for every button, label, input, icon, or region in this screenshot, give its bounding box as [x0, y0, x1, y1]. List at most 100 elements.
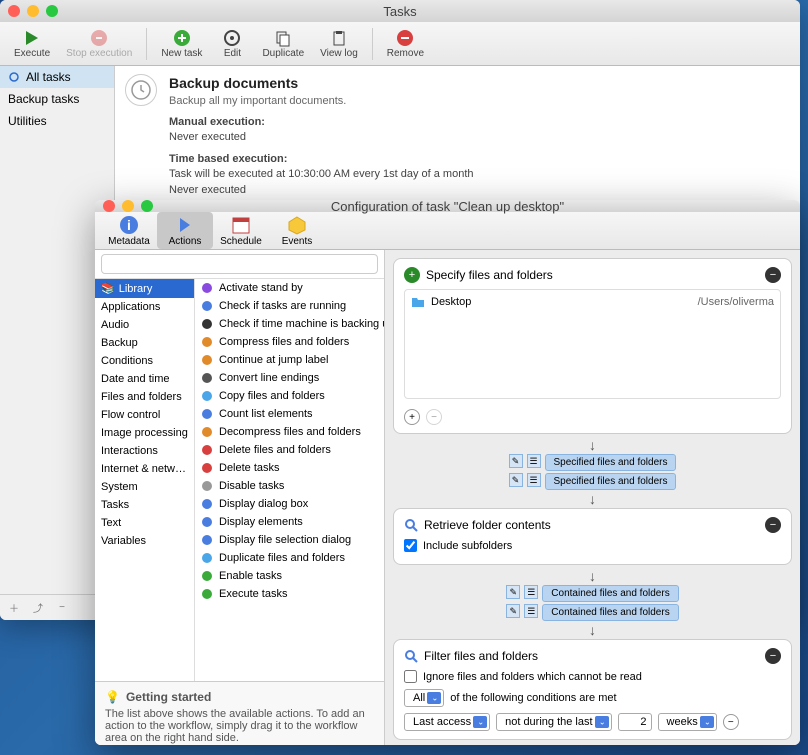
window-title: Tasks [383, 4, 416, 19]
edit-chip-btn[interactable]: ✎ [509, 473, 523, 487]
new-task-button[interactable]: New task [155, 26, 208, 61]
remove-cond-button[interactable]: − [723, 714, 739, 730]
category-item[interactable]: 📚Library [95, 279, 194, 298]
action-item[interactable]: Delete files and folders [195, 441, 384, 459]
category-item[interactable]: Text [95, 514, 194, 532]
result-chip[interactable]: Contained files and folders [542, 604, 678, 621]
action-item[interactable]: Decompress files and folders [195, 423, 384, 441]
collapse-button[interactable]: − [765, 267, 781, 283]
list-chip-btn[interactable]: ☰ [524, 604, 538, 618]
remove-file-button[interactable]: − [426, 409, 442, 425]
action-item[interactable]: Check if tasks are running [195, 297, 384, 315]
action-icon [201, 552, 213, 564]
category-item[interactable]: Interactions [95, 442, 194, 460]
collapse-button[interactable]: − [765, 648, 781, 664]
action-item[interactable]: Copy files and folders [195, 387, 384, 405]
action-item[interactable]: Enable tasks [195, 567, 384, 585]
task-row[interactable]: Backup documents Backup all my important… [115, 66, 800, 222]
search-icon [404, 518, 418, 532]
traffic-lights [103, 200, 153, 212]
action-item[interactable]: Delete tasks [195, 459, 384, 477]
action-item[interactable]: Display elements [195, 513, 384, 531]
max-dot[interactable] [141, 200, 153, 212]
file-row[interactable]: Desktop /Users/oliverma [409, 294, 776, 310]
min-dot[interactable] [122, 200, 134, 212]
events-icon [286, 214, 308, 236]
category-item[interactable]: Files and folders [95, 388, 194, 406]
edit-chip-btn[interactable]: ✎ [506, 585, 520, 599]
action-item[interactable]: Check if time machine is backing up dat [195, 315, 384, 333]
action-item[interactable]: Continue at jump label [195, 351, 384, 369]
num-input[interactable] [618, 713, 652, 731]
stop-button[interactable]: Stop execution [60, 26, 138, 61]
category-item[interactable]: System [95, 478, 194, 496]
result-chip[interactable]: Contained files and folders [542, 585, 678, 602]
clock-icon [125, 74, 157, 106]
action-icon [201, 588, 213, 600]
add-btn[interactable]: ＋ [6, 600, 22, 616]
remove-button[interactable]: Remove [381, 26, 430, 61]
config-window: Configuration of task "Clean up desktop"… [95, 200, 800, 745]
category-item[interactable]: Backup [95, 334, 194, 352]
action-item[interactable]: Count list elements [195, 405, 384, 423]
tab-events[interactable]: Events [269, 212, 325, 249]
close-dot[interactable] [8, 5, 20, 17]
action-item[interactable]: Disable tasks [195, 477, 384, 495]
tab-actions[interactable]: Actions [157, 212, 213, 249]
view-log-button[interactable]: View log [314, 26, 364, 61]
search-input[interactable] [101, 254, 378, 274]
duplicate-icon [273, 28, 293, 48]
share-btn[interactable]: ⤴ [30, 600, 46, 616]
execute-button[interactable]: Execute [8, 26, 56, 61]
list-chip-btn[interactable]: ☰ [527, 473, 541, 487]
op-select[interactable]: not during the last⌄ [496, 713, 611, 731]
match-select[interactable]: All⌄ [404, 689, 444, 707]
unit-select[interactable]: weeks⌄ [658, 713, 717, 731]
close-dot[interactable] [103, 200, 115, 212]
field-select[interactable]: Last access⌄ [404, 713, 490, 731]
category-item[interactable]: Tasks [95, 496, 194, 514]
action-item[interactable]: Convert line endings [195, 369, 384, 387]
action-item[interactable]: Compress files and folders [195, 333, 384, 351]
action-item[interactable]: Duplicate files and folders [195, 549, 384, 567]
category-item[interactable]: Image processing [95, 424, 194, 442]
sidebar-item-utilities[interactable]: Utilities [0, 110, 114, 132]
config-toolbar: i Metadata Actions Schedule Events [95, 212, 800, 250]
titlebar: Tasks [0, 0, 800, 22]
category-item[interactable]: Conditions [95, 352, 194, 370]
sidebar-item-all[interactable]: All tasks [0, 66, 114, 88]
collapse-button[interactable]: − [765, 517, 781, 533]
edit-chip-btn[interactable]: ✎ [509, 454, 523, 468]
include-subfolders-checkbox[interactable] [404, 539, 417, 552]
edit-button[interactable]: Edit [212, 26, 252, 61]
tab-schedule[interactable]: Schedule [213, 212, 269, 249]
min-dot[interactable] [27, 5, 39, 17]
remove-btn[interactable]: − [54, 600, 70, 616]
category-item[interactable]: Variables [95, 532, 194, 550]
add-file-button[interactable]: + [404, 409, 420, 425]
category-item[interactable]: Flow control [95, 406, 194, 424]
category-item[interactable]: Date and time [95, 370, 194, 388]
action-item[interactable]: Activate stand by [195, 279, 384, 297]
action-list: Activate stand byCheck if tasks are runn… [195, 279, 384, 681]
duplicate-button[interactable]: Duplicate [256, 26, 310, 61]
tab-metadata[interactable]: i Metadata [101, 212, 157, 249]
step-title: Retrieve folder contents [424, 518, 551, 532]
ignore-unreadable-checkbox[interactable] [404, 670, 417, 683]
action-item[interactable]: Display file selection dialog [195, 531, 384, 549]
result-chip[interactable]: Specified files and folders [545, 473, 677, 490]
toolbar: Execute Stop execution New task Edit Dup… [0, 22, 800, 66]
category-item[interactable]: Internet & network [95, 460, 194, 478]
list-chip-btn[interactable]: ☰ [524, 585, 538, 599]
svg-text:i: i [127, 217, 131, 233]
max-dot[interactable] [46, 5, 58, 17]
edit-chip-btn[interactable]: ✎ [506, 604, 520, 618]
action-item[interactable]: Execute tasks [195, 585, 384, 603]
result-chip[interactable]: Specified files and folders [545, 454, 677, 471]
sidebar-item-backup[interactable]: Backup tasks [0, 88, 114, 110]
list-chip-btn[interactable]: ☰ [527, 454, 541, 468]
action-item[interactable]: Display dialog box [195, 495, 384, 513]
category-item[interactable]: Audio [95, 316, 194, 334]
calendar-icon [230, 214, 252, 236]
category-item[interactable]: Applications [95, 298, 194, 316]
